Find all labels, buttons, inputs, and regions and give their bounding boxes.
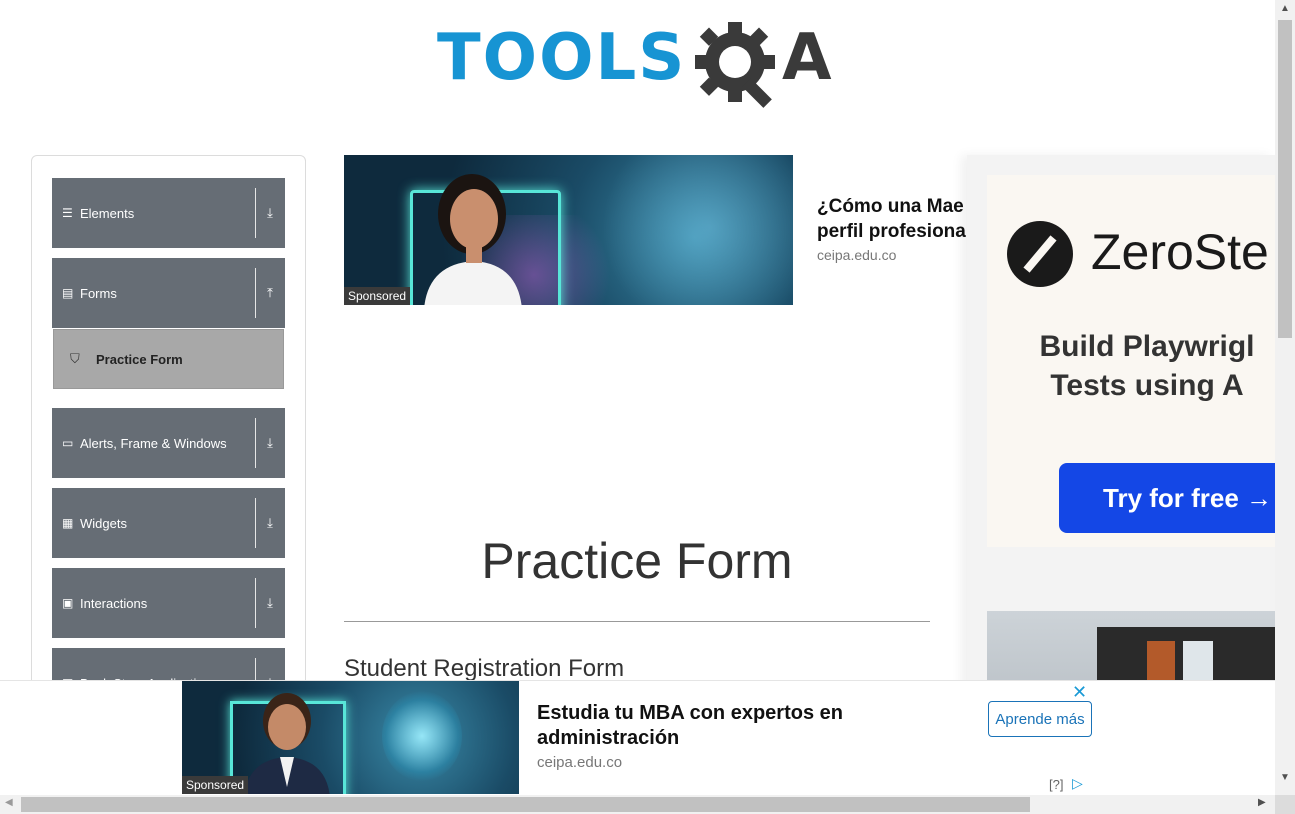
logo-text: TOOLS [437, 21, 687, 95]
title-divider [344, 621, 930, 622]
zerostep-brand: ZeroSte [1091, 224, 1269, 280]
horizontal-scrollbar[interactable]: ◀ ▶ [0, 795, 1275, 814]
sponsored-label: Sponsored [182, 776, 249, 794]
sidebar-item-label: Practice Form [96, 351, 183, 367]
separator [255, 418, 256, 468]
ad-headline-line: administración [537, 727, 680, 749]
grid-icon: ▦ [62, 516, 74, 530]
zerostep-tagline: Build Playwrigl Tests using A [987, 327, 1275, 405]
right-ad-panel[interactable]: ZeroSte Build Playwrigl Tests using A Tr… [967, 155, 1275, 715]
scroll-up-arrow-icon[interactable]: ▲ [1275, 3, 1295, 14]
interaction-icon: ▣ [62, 596, 74, 610]
ad-headline-line: Estudia tu MBA con expertos en [537, 702, 843, 724]
page-title: Practice Form [481, 533, 793, 589]
scrollbar-corner [1275, 795, 1295, 814]
sidebar-group-label: Alerts, Frame & Windows [80, 435, 227, 451]
scroll-left-arrow-icon[interactable]: ◀ [5, 797, 13, 808]
ad-info-link[interactable]: [?] [1049, 777, 1063, 792]
ad-image[interactable]: Sponsored [182, 681, 519, 794]
ad-domain[interactable]: ceipa.edu.co [817, 247, 896, 263]
tagline-line: Tests using A [1050, 369, 1244, 402]
woman-photo [424, 174, 522, 305]
logo-letter-a: A [782, 21, 832, 95]
bottom-ad-content[interactable]: Sponsored Estudia tu MBA con expertos en… [182, 681, 1092, 794]
scroll-right-arrow-icon[interactable]: ▶ [1258, 797, 1266, 808]
sidebar-group-interactions[interactable]: ▣ Interactions ⤓ [52, 568, 285, 638]
separator [255, 578, 256, 628]
try-for-free-button[interactable]: Try for free → [1059, 463, 1275, 533]
scroll-down-arrow-icon[interactable]: ▼ [1275, 772, 1295, 783]
gear-magnifier-icon [695, 22, 775, 108]
zerostep-ad-card[interactable]: ZeroSte Build Playwrigl Tests using A Tr… [987, 175, 1275, 547]
document-icon: ▤ [62, 286, 74, 300]
separator [255, 188, 256, 238]
sidebar-group-label: Widgets [80, 515, 127, 531]
form-heading: Student Registration Form [344, 655, 625, 682]
sidebar-group-widgets[interactable]: ▦ Widgets ⤓ [52, 488, 285, 558]
vertical-scrollbar[interactable]: ▲ ▼ [1275, 0, 1295, 795]
ad-headline-line: ¿Cómo una Mae [817, 196, 964, 217]
ad-headline-line: perfil profesiona [817, 221, 966, 242]
horizontal-scroll-thumb[interactable] [21, 797, 1030, 812]
separator [255, 498, 256, 548]
ad-headline[interactable]: Estudia tu MBA con expertos en administr… [537, 701, 843, 751]
sidebar-group-alerts[interactable]: ▭ Alerts, Frame & Windows ⤓ [52, 408, 285, 478]
lightbulb-graphic [382, 691, 462, 781]
left-sidebar: ☰ Elements ⤓ ▤ Forms ⤒ ⛉ Practice Form ▭… [31, 155, 306, 757]
vertical-scroll-thumb[interactable] [1278, 20, 1292, 338]
ad-image[interactable]: Sponsored [344, 155, 793, 305]
sidebar-group-elements[interactable]: ☰ Elements ⤓ [52, 178, 285, 248]
sponsored-label: Sponsored [344, 287, 411, 305]
sidebar-group-label: Elements [80, 205, 135, 221]
zerostep-logo-icon [1007, 221, 1073, 287]
window-icon: ▭ [62, 436, 74, 450]
bottom-ad-banner: Sponsored Estudia tu MBA con expertos en… [0, 680, 1275, 796]
expand-arrow-icon[interactable]: ⤓ [260, 488, 280, 558]
expand-arrow-icon[interactable]: ⤓ [260, 568, 280, 638]
separator [255, 268, 256, 318]
sidebar-group-label: Forms [80, 285, 117, 301]
ad-headline[interactable]: ¿Cómo una Mae perfil profesiona [817, 194, 967, 244]
adchoices-icon[interactable]: ▷ [1072, 775, 1083, 792]
tagline-line: Build Playwrigl [1039, 330, 1255, 363]
expand-arrow-icon[interactable]: ⤓ [260, 408, 280, 478]
sidebar-item-practice-form[interactable]: ⛉ Practice Form [53, 329, 284, 389]
expand-arrow-icon[interactable]: ⤓ [260, 178, 280, 248]
sidebar-group-label: Interactions [80, 595, 148, 611]
man-photo [244, 693, 330, 794]
sidebar-group-forms[interactable]: ▤ Forms ⤒ [52, 258, 285, 328]
list-icon: ☰ [62, 206, 73, 220]
ad-domain[interactable]: ceipa.edu.co [537, 754, 622, 771]
toolsqa-logo[interactable]: TOOLS A [437, 20, 842, 115]
collapse-arrow-icon[interactable]: ⤒ [260, 258, 280, 328]
html5-icon: ⛉ [70, 351, 80, 366]
aprende-mas-button[interactable]: Aprende más [988, 701, 1092, 737]
close-icon[interactable]: ✕ [1072, 682, 1087, 703]
